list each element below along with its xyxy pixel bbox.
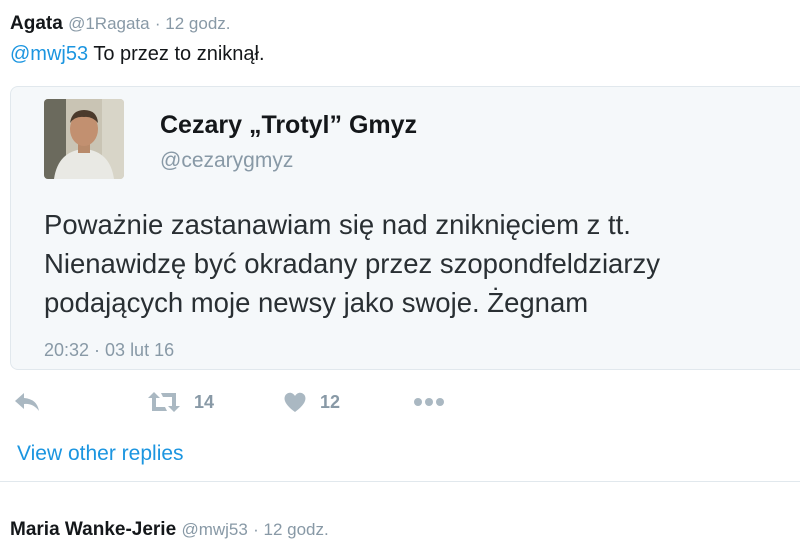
author-name[interactable]: Agata xyxy=(10,13,63,34)
quoted-author-handle[interactable]: @cezarygmyz xyxy=(160,149,293,173)
author-handle[interactable]: @1Ragata xyxy=(68,14,150,33)
tweet-time[interactable]: · 12 godz. xyxy=(155,14,231,33)
retweet-count: 14 xyxy=(194,391,215,412)
retweet-icon xyxy=(146,390,182,414)
reply-tweet-text: @mwj53 To przez to zniknął. xyxy=(10,43,265,66)
avatar[interactable] xyxy=(44,99,124,179)
quoted-timestamp[interactable]: 20:32 · 03 lut 16 xyxy=(44,340,174,361)
quoted-text-line: Nienawidzę być okradany przez szopondfel… xyxy=(44,248,661,279)
author-handle[interactable]: @mwj53 xyxy=(181,520,247,539)
reply-text: To przez to zniknął. xyxy=(93,43,265,65)
quoted-tweet-card[interactable]: Cezary „Trotyl” Gmyz @cezarygmyz Poważni… xyxy=(10,86,800,370)
author-name[interactable]: Maria Wanke-Jerie xyxy=(10,519,176,540)
reply-button[interactable] xyxy=(13,390,41,414)
tweet-time[interactable]: · 12 godz. xyxy=(253,520,329,539)
next-tweet-header: Maria Wanke-Jerie @mwj53 · 12 godz. xyxy=(10,519,329,541)
divider xyxy=(0,481,800,482)
quoted-text-line: podających moje newsy jako swoje. Żegnam xyxy=(44,287,589,318)
reply-icon xyxy=(13,390,41,414)
like-button[interactable]: 12 xyxy=(282,390,340,414)
view-other-replies-link[interactable]: View other replies xyxy=(17,442,184,466)
more-dots-icon xyxy=(413,390,445,414)
retweet-button[interactable]: 14 xyxy=(146,390,214,414)
like-count: 12 xyxy=(320,391,341,412)
quoted-tweet-text: Poważnie zastanawiam się nad zniknięciem… xyxy=(44,205,660,322)
tweet-actions: 14 12 xyxy=(0,376,800,434)
mention-link[interactable]: @mwj53 xyxy=(10,43,88,65)
reply-tweet-header: Agata @1Ragata · 12 godz. xyxy=(10,13,231,35)
quoted-text-line: Poważnie zastanawiam się nad zniknięciem… xyxy=(44,209,631,240)
quoted-author-name[interactable]: Cezary „Trotyl” Gmyz xyxy=(160,111,417,140)
heart-icon xyxy=(282,390,308,414)
more-button[interactable] xyxy=(413,390,445,414)
